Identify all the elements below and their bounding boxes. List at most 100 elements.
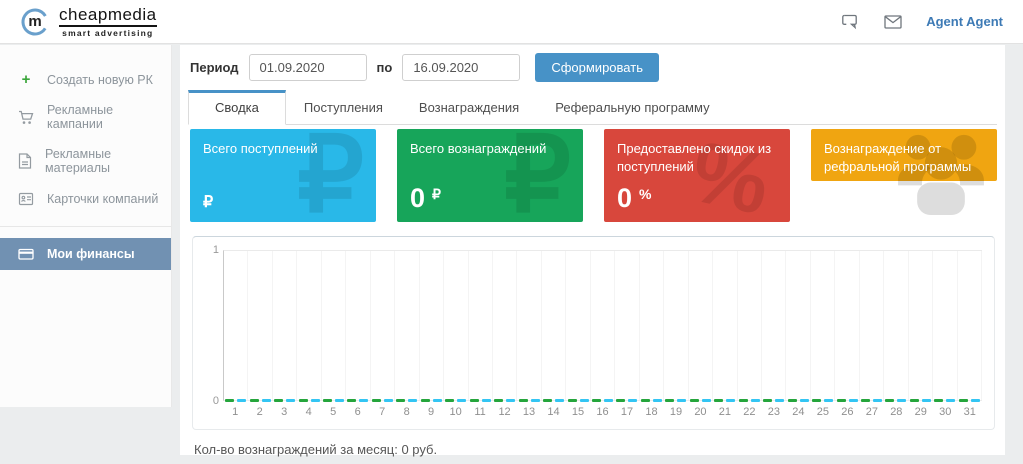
card-title: Всего вознаграждений [410,140,570,158]
summary-card-1: Всего поступлений₽₽ [190,129,376,222]
chart-bar-group-6 [346,251,370,400]
tab-3[interactable]: Вознаграждения [401,90,537,124]
bar-series-green-day-1 [225,399,234,402]
bar-series-green-day-24 [788,399,797,402]
bar-series-green-day-15 [568,399,577,402]
bar-series-green-day-8 [396,399,405,402]
logo-tagline: smart advertising [62,29,153,38]
bar-series-green-day-21 [714,399,723,402]
x-tick-label: 20 [688,406,712,418]
chart-bar-group-16 [591,251,615,400]
mail-icon[interactable] [884,15,902,29]
card-value: 0₽ [410,185,441,212]
bar-series-green-day-16 [592,399,601,402]
y-axis-tick-0: 0 [205,395,219,407]
bar-series-blue-day-22 [751,399,760,402]
sidebar-item-label: Рекламные материалы [45,147,163,175]
period-to-input[interactable] [402,54,520,81]
bar-series-blue-day-3 [286,399,295,402]
user-menu[interactable]: Agent Agent [926,14,1003,29]
bar-series-blue-day-27 [873,399,882,402]
bar-series-blue-day-31 [971,399,980,402]
sidebar-item-1[interactable]: + Создать новую РК [0,65,171,95]
period-from-input[interactable] [249,54,367,81]
bar-series-green-day-27 [861,399,870,402]
sidebar-item-my-finances[interactable]: Мои финансы [0,238,171,270]
bar-series-green-day-14 [543,399,552,402]
summary-cards-row: Всего поступлений₽₽ Всего вознаграждений 0… [190,129,995,222]
bar-series-green-day-19 [665,399,674,402]
bar-series-blue-day-9 [433,399,442,402]
sidebar-nav: + Создать новую РК Рекламные кампании Рекла… [0,65,171,215]
bar-series-blue-day-4 [311,399,320,402]
bar-series-blue-day-16 [604,399,613,402]
x-tick-label: 26 [835,406,859,418]
bar-series-green-day-22 [739,399,748,402]
bar-series-green-day-17 [616,399,625,402]
chart-bar-group-3 [273,251,297,400]
sidebar-item-label: Создать новую РК [47,73,153,87]
sidebar-item-label: Рекламные кампании [47,103,163,131]
chart-plot-area: 1 0 [223,250,982,401]
logo-name: cheapmedia [59,6,157,27]
bar-series-green-day-26 [837,399,846,402]
plus-icon: + [18,74,34,86]
monthly-summary-text: Кол-во вознаграждений за месяц: 0 руб. [194,442,995,457]
bar-series-blue-day-18 [653,399,662,402]
chart-bar-group-31 [958,251,982,400]
bar-series-blue-day-13 [531,399,540,402]
chart-bar-group-22 [738,251,762,400]
x-tick-label: 4 [296,406,320,418]
bar-series-green-day-20 [690,399,699,402]
bar-series-green-day-4 [299,399,308,402]
chart-bar-group-12 [493,251,517,400]
x-tick-label: 30 [933,406,957,418]
chart-bar-group-30 [933,251,957,400]
period-to-label: по [377,60,393,75]
logo-circle-icon: m [20,7,50,37]
x-tick-label: 12 [492,406,516,418]
bar-series-green-day-6 [347,399,356,402]
id-card-icon [18,191,34,207]
x-tick-label: 16 [590,406,614,418]
period-filter-row: Период по Сформировать [190,53,997,82]
generate-report-button[interactable]: Сформировать [535,53,659,82]
chart-bar-group-14 [542,251,566,400]
bar-series-green-day-2 [250,399,259,402]
bar-series-blue-day-5 [335,399,344,402]
tab-2[interactable]: Поступления [286,90,401,124]
x-tick-label: 17 [615,406,639,418]
x-tick-label: 29 [909,406,933,418]
sidebar-divider [0,226,171,227]
x-tick-label: 1 [223,406,247,418]
bar-series-green-day-3 [274,399,283,402]
sidebar-item-3[interactable]: Рекламные материалы [0,139,171,183]
chart-bar-group-8 [395,251,419,400]
y-axis-tick-1: 1 [205,244,219,256]
bar-series-blue-day-30 [946,399,955,402]
bar-series-blue-day-15 [580,399,589,402]
tab-1[interactable]: Сводка [188,90,286,125]
sidebar-item-4[interactable]: Карточки компаний [0,183,171,215]
bar-series-blue-day-1 [237,399,246,402]
chart-bar-group-28 [884,251,908,400]
x-tick-label: 18 [639,406,663,418]
card-title: Предоставлено скидок из поступлений [617,140,777,177]
bar-series-green-day-7 [372,399,381,402]
x-tick-label: 14 [541,406,565,418]
logo[interactable]: m cheapmedia smart advertising [20,6,157,38]
x-axis-labels: 1234567891011121314151617181920212223242… [223,406,982,418]
chart-bar-group-29 [909,251,933,400]
chart-bar-group-20 [689,251,713,400]
x-tick-label: 5 [321,406,345,418]
bar-series-green-day-12 [494,399,503,402]
chart-bar-group-17 [615,251,639,400]
chat-icon[interactable] [842,14,860,30]
sidebar-item-2[interactable]: Рекламные кампании [0,95,171,139]
card-value: ₽ [203,192,213,212]
tab-4[interactable]: Реферальную программу [537,90,727,124]
x-tick-label: 3 [272,406,296,418]
bar-series-blue-day-29 [922,399,931,402]
x-tick-label: 2 [247,406,271,418]
summary-card-3: Предоставлено скидок из поступлений0%% [604,129,790,222]
